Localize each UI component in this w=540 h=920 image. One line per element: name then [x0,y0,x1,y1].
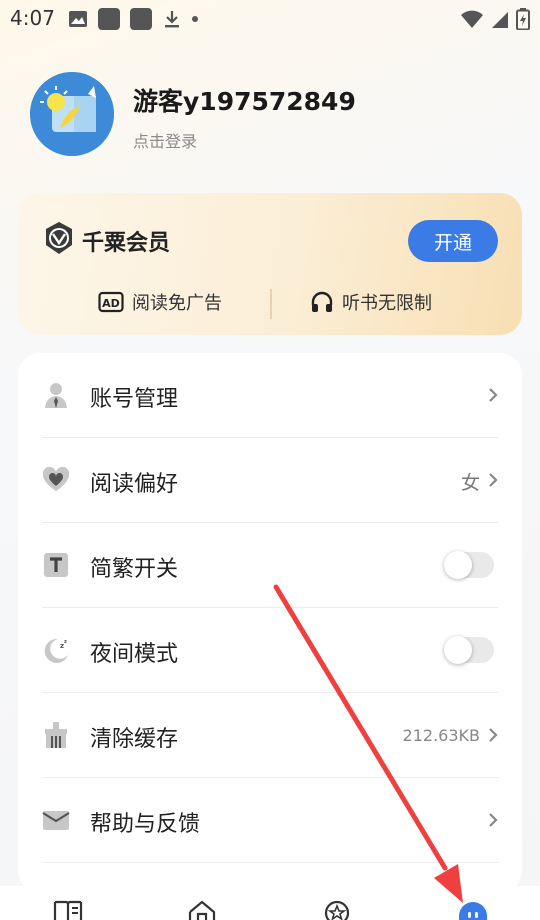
vip-feature-label: 听书无限制 [342,293,432,314]
vip-feature-no-ads: AD 阅读免广告 [98,289,222,315]
notification-icons [68,8,198,30]
vip-badge-icon [46,222,72,254]
ad-icon: AD [98,291,124,313]
settings-label: 账号管理 [90,387,179,412]
settings-row-reading-preference[interactable]: 阅读偏好 女 [18,438,522,523]
toggle-knob [444,636,472,664]
download-icon [165,11,179,28]
chevron-right-icon [489,728,498,742]
text-t-icon [44,553,68,577]
settings-label: 清除缓存 [90,727,179,752]
heart-icon [42,466,70,491]
vip-card[interactable]: 千粟会员 开通 AD 阅读免广告 听书无限制 [18,193,522,335]
svg-text:AD: AD [102,297,120,310]
status-time: 4:07 [10,6,55,30]
system-icons [460,8,530,30]
bottom-nav-discover[interactable] [322,900,352,920]
toggle-knob [444,551,472,579]
login-link[interactable]: 点击登录 [133,128,197,152]
battery-icon [516,8,530,30]
broom-icon [45,722,67,748]
mail-icon [42,811,70,830]
wifi-icon [461,10,483,28]
cache-size: 212.63KB [402,726,480,745]
settings-label: 阅读偏好 [90,472,179,497]
signal-icon [492,12,508,28]
image-icon [69,11,87,27]
open-vip-button[interactable]: 开通 [408,220,498,262]
vip-title: 千粟会员 [82,231,171,256]
settings-value: 女 [460,472,480,494]
settings-row-night-mode[interactable]: z z 夜间模式 [18,608,522,693]
simplified-traditional-toggle[interactable] [444,551,494,579]
avatar-illustration [30,72,114,156]
settings-label: 夜间模式 [90,642,179,667]
settings-row-account[interactable]: 账号管理 [18,353,522,438]
moon-icon: z z [44,638,68,663]
settings-list: 账号管理 阅读偏好 女 简繁开关 z z 夜间模式 清除缓存 212.63KB … [18,353,522,893]
divider [42,862,498,863]
app-icon [98,8,120,30]
vip-feature-audiobook: 听书无限制 [310,289,432,315]
settings-row-simplified-traditional[interactable]: 简繁开关 [18,523,522,608]
chevron-right-icon [489,473,498,487]
bottom-nav-bookshelf[interactable] [53,900,83,920]
person-icon [45,383,67,408]
bottom-nav-home[interactable] [187,900,217,920]
headphones-icon [311,291,333,312]
app-icon [130,8,152,30]
chevron-right-icon [489,388,498,402]
chevron-right-icon [489,813,498,827]
avatar[interactable] [30,72,114,156]
status-bar: 4:07 [0,0,540,38]
vip-feature-label: 阅读免广告 [132,293,222,314]
vip-divider [270,289,272,319]
dot-icon [192,16,198,22]
bottom-nav [0,886,540,920]
night-mode-toggle[interactable] [444,636,494,664]
svg-text:z: z [64,639,67,645]
bottom-nav-mine[interactable] [457,900,489,920]
username[interactable]: 游客y197572849 [133,82,356,118]
settings-row-help-feedback[interactable]: 帮助与反馈 [18,778,522,863]
settings-row-clear-cache[interactable]: 清除缓存 212.63KB [18,693,522,778]
settings-label: 简繁开关 [90,557,179,582]
settings-label: 帮助与反馈 [90,812,201,837]
